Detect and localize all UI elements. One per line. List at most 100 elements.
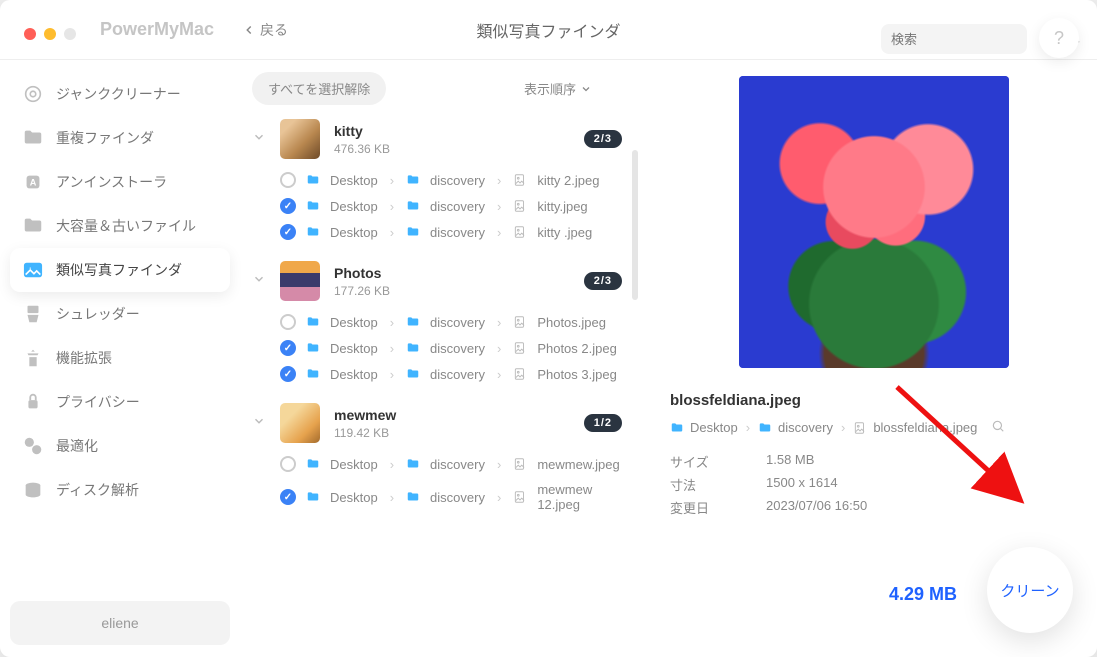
file-checkbox[interactable]: [280, 340, 296, 356]
sidebar-item[interactable]: ジャンククリーナー: [10, 72, 230, 116]
path-desktop: Desktop: [330, 199, 378, 214]
close-window-icon[interactable]: [24, 28, 36, 40]
meta-dims-label: 寸法: [670, 475, 766, 494]
folder-icon: [306, 199, 320, 213]
path-desktop: Desktop: [330, 173, 378, 188]
path-discovery: discovery: [778, 420, 833, 435]
path-separator: ›: [390, 457, 394, 472]
chevron-down-icon[interactable]: [252, 414, 266, 433]
scrollbar[interactable]: [632, 150, 638, 300]
group-header[interactable]: Photos177.26 KB2/3: [252, 257, 630, 309]
file-checkbox[interactable]: [280, 489, 296, 505]
image-file-icon: [513, 199, 527, 213]
preview-metadata: サイズ 1.58 MB 寸法 1500 x 1614 変更日 2023/07/0…: [670, 448, 1077, 517]
image-file-icon: [513, 490, 527, 504]
file-checkbox[interactable]: [280, 224, 296, 240]
sidebar-item-label: 類似写真ファインダ: [56, 260, 182, 280]
window-controls: [24, 28, 76, 40]
meta-size-value: 1.58 MB: [766, 452, 814, 471]
group-size: 119.42 KB: [334, 426, 396, 440]
sidebar-item-label: シュレッダー: [56, 304, 140, 324]
folder-icon: [406, 315, 420, 329]
path-desktop: Desktop: [330, 457, 378, 472]
folder-icon: [306, 341, 320, 355]
folder-icon: [406, 490, 420, 504]
file-row[interactable]: Desktop›discovery›kitty 2.jpeg: [252, 167, 630, 193]
sidebar-item[interactable]: シュレッダー: [10, 292, 230, 336]
group-thumbnail: [280, 261, 320, 301]
path-discovery: discovery: [430, 490, 485, 505]
file-group: kitty476.36 KB2/3Desktop›discovery›kitty…: [252, 115, 630, 245]
path-separator: ›: [497, 173, 501, 188]
path-separator: ›: [497, 225, 501, 240]
sort-order-button[interactable]: 表示順序: [524, 79, 592, 98]
meta-mod-label: 変更日: [670, 498, 766, 517]
file-name: mewmew 12.jpeg: [537, 482, 630, 512]
chevron-down-icon[interactable]: [252, 272, 266, 291]
maximize-window-icon[interactable]: [64, 28, 76, 40]
search-box[interactable]: [881, 24, 1027, 54]
meta-mod-value: 2023/07/06 16:50: [766, 498, 867, 517]
user-name: eliene: [101, 615, 138, 631]
file-checkbox[interactable]: [280, 198, 296, 214]
file-checkbox[interactable]: [280, 366, 296, 382]
help-button[interactable]: ?: [1039, 18, 1079, 58]
shredder-icon: [22, 303, 44, 325]
sidebar-item[interactable]: 機能拡張: [10, 336, 230, 380]
file-group: mewmew119.42 KB1/2 Desktop›discovery›mewm…: [252, 399, 630, 517]
sidebar-item[interactable]: Aアンインストーラ: [10, 160, 230, 204]
group-header[interactable]: mewmew119.42 KB1/2: [252, 399, 630, 451]
sidebar-item[interactable]: 大容量＆古いファイル: [10, 204, 230, 248]
path-discovery: discovery: [430, 199, 485, 214]
file-row[interactable]: Desktop›discovery›kitty.jpeg: [252, 193, 630, 219]
chevron-left-icon: [242, 23, 256, 37]
file-row[interactable]: Desktop›discovery›kitty .jpeg: [252, 219, 630, 245]
folder-icon: [406, 341, 420, 355]
reveal-in-finder-icon[interactable]: [991, 419, 1005, 436]
path-separator: ›: [390, 315, 394, 330]
file-row[interactable]: Desktop›discovery›mewmew 12.jpeg: [252, 477, 630, 517]
sort-order-label: 表示順序: [524, 79, 576, 98]
sidebar-item-label: プライバシー: [56, 392, 140, 412]
sidebar-item-label: ジャンククリーナー: [56, 84, 181, 104]
folder-icon: [306, 315, 320, 329]
group-header[interactable]: kitty476.36 KB2/3: [252, 115, 630, 167]
sidebar-item-label: 重複ファインダ: [56, 128, 154, 148]
group-info: kitty476.36 KB: [334, 123, 390, 156]
file-checkbox[interactable]: [280, 314, 296, 330]
path-separator: ›: [746, 420, 750, 435]
folder-icon: [406, 367, 420, 381]
path-separator: ›: [390, 199, 394, 214]
minimize-window-icon[interactable]: [44, 28, 56, 40]
file-list-column: すべてを選択解除 表示順序 kitty476.36 KB2/3Desktop›d…: [240, 60, 640, 657]
image-file-icon: [513, 173, 527, 187]
path-separator: ›: [841, 420, 845, 435]
group-size: 476.36 KB: [334, 142, 390, 156]
app-window: PowerMyMac 戻る 類似写真ファインダ ? ジャンククリーナー重複ファイ…: [0, 0, 1097, 657]
path-discovery: discovery: [430, 315, 485, 330]
deselect-all-button[interactable]: すべてを選択解除: [252, 72, 386, 105]
file-row[interactable]: Desktop›discovery›Photos 2.jpeg: [252, 335, 630, 361]
file-checkbox[interactable]: [280, 172, 296, 188]
sidebar-item[interactable]: 最適化: [10, 424, 230, 468]
path-discovery: discovery: [430, 457, 485, 472]
back-button[interactable]: 戻る: [242, 20, 288, 40]
file-row[interactable]: Desktop›discovery›Photos 3.jpeg: [252, 361, 630, 387]
folder-icon: [22, 215, 44, 237]
clean-button[interactable]: クリーン: [987, 547, 1073, 633]
file-row[interactable]: Desktop›discovery›mewmew.jpeg: [252, 451, 630, 477]
sidebar-item[interactable]: ディスク解析: [10, 468, 230, 512]
sidebar-item[interactable]: プライバシー: [10, 380, 230, 424]
group-info: Photos177.26 KB: [334, 265, 390, 298]
user-pill[interactable]: eliene: [10, 601, 230, 645]
chevron-down-icon[interactable]: [252, 130, 266, 149]
file-name: Photos 3.jpeg: [537, 367, 617, 382]
file-checkbox[interactable]: [280, 456, 296, 472]
path-separator: ›: [497, 199, 501, 214]
sidebar-item[interactable]: 類似写真ファインダ: [10, 248, 230, 292]
sidebar-item-label: 大容量＆古いファイル: [56, 216, 196, 236]
sidebar-item[interactable]: 重複ファインダ: [10, 116, 230, 160]
path-desktop: Desktop: [330, 315, 378, 330]
file-row[interactable]: Desktop›discovery›Photos.jpeg: [252, 309, 630, 335]
app-icon: A: [22, 171, 44, 193]
